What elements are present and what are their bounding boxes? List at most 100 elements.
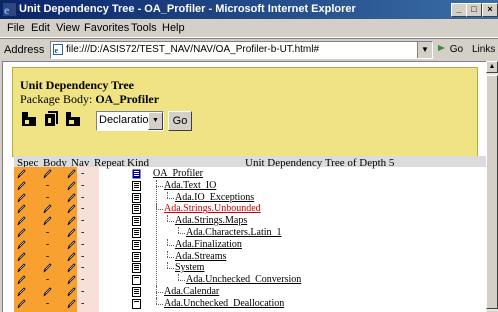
- address-dropdown-icon[interactable]: ▼: [417, 42, 432, 58]
- unit-link[interactable]: Ada.Strings.Unbounded: [164, 203, 261, 214]
- close-button[interactable]: ×: [482, 3, 498, 17]
- document-icon[interactable]: [132, 192, 141, 203]
- spec-pen-icon[interactable]: [17, 275, 26, 285]
- document-icon[interactable]: [132, 239, 141, 250]
- panel-title: Unit Dependency Tree: [20, 78, 134, 92]
- spec-view-icon[interactable]: [21, 111, 37, 127]
- repeat-value: -: [81, 286, 85, 297]
- spec-pen-icon[interactable]: [17, 299, 26, 309]
- minimize-button[interactable]: _: [451, 3, 467, 17]
- table-row: - OA_Profiler: [3, 168, 487, 180]
- nav-pen-icon[interactable]: [67, 287, 76, 297]
- nav-pen-icon[interactable]: [67, 204, 76, 214]
- unit-link[interactable]: Ada.IO_Exceptions: [175, 192, 254, 203]
- document-icon[interactable]: [132, 251, 141, 262]
- body-pen-icon[interactable]: -: [43, 180, 52, 191]
- unit-link[interactable]: Ada.Calendar: [164, 286, 219, 297]
- address-go-button[interactable]: Go: [437, 43, 463, 55]
- svg-text:e: e: [4, 3, 10, 16]
- document-icon[interactable]: [132, 287, 141, 297]
- unit-link[interactable]: Ada.Strings.Maps: [175, 215, 247, 226]
- unit-link[interactable]: Ada.Characters.Latin_1: [186, 227, 282, 238]
- table-row: - System: [3, 262, 487, 274]
- spec-pen-icon[interactable]: [17, 181, 26, 191]
- document-icon[interactable]: [132, 169, 141, 179]
- body-pen-icon[interactable]: [43, 263, 52, 273]
- spec-pen-icon[interactable]: [17, 287, 26, 297]
- unit-link[interactable]: System: [175, 262, 204, 273]
- document-icon[interactable]: [132, 180, 141, 191]
- spec-pen-icon[interactable]: [17, 204, 26, 214]
- nav-pen-icon[interactable]: [67, 252, 76, 262]
- menu-help[interactable]: Help: [162, 22, 185, 34]
- nav-pen-icon[interactable]: [67, 228, 76, 238]
- repeat-value: -: [81, 297, 85, 309]
- nav-pen-icon[interactable]: [67, 299, 76, 309]
- spec-pen-icon[interactable]: [17, 263, 26, 273]
- document-icon[interactable]: [132, 228, 141, 238]
- body-pen-icon[interactable]: -: [43, 192, 52, 203]
- tree-trunk: [156, 179, 157, 304]
- body-pen-icon[interactable]: -: [43, 239, 52, 250]
- spec-pen-icon[interactable]: [17, 228, 26, 238]
- repeat-value: -: [81, 191, 85, 203]
- spec-pen-icon[interactable]: [17, 169, 26, 179]
- tree-connector: [167, 256, 174, 258]
- table-row: - - Ada.Unchecked_Conversion: [3, 274, 487, 286]
- chevron-down-icon[interactable]: ▼: [148, 112, 163, 130]
- nav-pen-icon[interactable]: [67, 169, 76, 179]
- menu-file[interactable]: File: [7, 22, 25, 34]
- links-button[interactable]: Links: [472, 44, 495, 55]
- body-pen-icon[interactable]: [43, 204, 52, 214]
- unit-link[interactable]: Ada.Unchecked_Conversion: [186, 274, 301, 285]
- nav-pen-icon[interactable]: [67, 181, 76, 191]
- nav-pen-icon[interactable]: [67, 193, 76, 203]
- document-icon[interactable]: [132, 216, 141, 227]
- menu-edit[interactable]: Edit: [31, 22, 50, 34]
- body-pen-icon[interactable]: -: [43, 274, 52, 285]
- maximize-button[interactable]: □: [466, 3, 482, 17]
- view-mode-select[interactable]: Declaration ▼: [96, 111, 164, 131]
- table-row: - - Ada.Unchecked_Deallocation: [3, 297, 487, 310]
- nav-pen-icon[interactable]: [67, 263, 76, 273]
- unit-link[interactable]: OA_Profiler: [153, 168, 203, 179]
- document-icon[interactable]: [132, 263, 141, 274]
- menu-tools[interactable]: Tools: [131, 22, 157, 34]
- body-pen-icon[interactable]: [43, 169, 52, 179]
- body-view-icon[interactable]: [43, 111, 59, 127]
- menu-view[interactable]: View: [56, 22, 80, 34]
- address-input[interactable]: e file:///D:/ASIS72/TEST_NAV/NAV/OA_Prof…: [50, 41, 433, 59]
- unit-link[interactable]: Ada.Text_IO: [164, 180, 216, 191]
- tree-view-icon[interactable]: [65, 111, 81, 127]
- unit-link[interactable]: Ada.Unchecked_Deallocation: [164, 298, 284, 309]
- body-pen-icon[interactable]: -: [43, 298, 52, 309]
- vertical-scrollbar[interactable]: ▲: [486, 61, 498, 311]
- nav-pen-icon[interactable]: [67, 216, 76, 226]
- table-row: - Ada.Strings.Maps: [3, 215, 487, 227]
- view-mode-value: Declaration: [99, 114, 155, 126]
- nav-pen-icon[interactable]: [67, 275, 76, 285]
- repeat-value: -: [81, 215, 85, 227]
- scroll-up-icon[interactable]: ▲: [486, 61, 498, 73]
- spec-pen-icon[interactable]: [17, 252, 26, 262]
- spec-pen-icon[interactable]: [17, 240, 26, 250]
- repeat-value: -: [81, 238, 85, 250]
- document-icon[interactable]: [132, 298, 141, 309]
- spec-pen-icon[interactable]: [17, 216, 26, 226]
- ie-logo-icon: e: [3, 3, 16, 16]
- body-pen-icon[interactable]: [43, 287, 52, 297]
- menu-bar: File Edit View Favorites Tools Help: [0, 20, 498, 38]
- scroll-thumb[interactable]: [486, 75, 498, 309]
- body-pen-icon[interactable]: -: [43, 251, 52, 262]
- unit-link[interactable]: Ada.Finalization: [175, 239, 242, 250]
- document-icon[interactable]: [132, 275, 141, 286]
- body-pen-icon[interactable]: [43, 216, 52, 226]
- menu-favorites[interactable]: Favorites: [84, 22, 129, 34]
- unit-link[interactable]: Ada.Streams: [175, 251, 226, 262]
- tree-connector: [156, 185, 163, 187]
- nav-pen-icon[interactable]: [67, 240, 76, 250]
- document-icon[interactable]: [132, 204, 141, 215]
- body-pen-icon[interactable]: -: [43, 227, 52, 238]
- panel-go-button[interactable]: Go: [168, 111, 192, 131]
- spec-pen-icon[interactable]: [17, 193, 26, 203]
